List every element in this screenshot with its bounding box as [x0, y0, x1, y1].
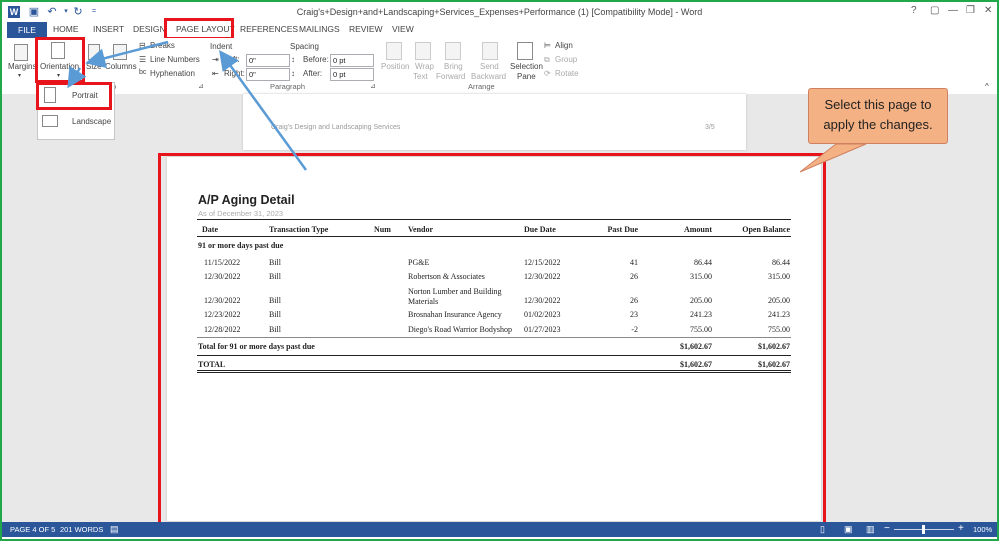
zoom-level[interactable]: 100%	[973, 525, 992, 534]
zoom-in-button[interactable]: +	[958, 523, 964, 534]
arrow-to-page-layout	[219, 49, 308, 171]
print-layout-icon[interactable]: ▣	[844, 524, 853, 535]
callout-pointer	[799, 143, 867, 173]
arrow-to-portrait	[67, 65, 87, 89]
web-layout-icon[interactable]: ▥	[866, 524, 875, 535]
zoom-out-button[interactable]: −	[884, 523, 890, 534]
proofing-icon[interactable]: ▤	[110, 524, 119, 535]
page-count[interactable]: PAGE 4 OF 5	[10, 525, 55, 534]
arrow-to-orientation	[85, 40, 169, 68]
word-count[interactable]: 201 WORDS	[60, 525, 103, 534]
zoom-slider-thumb[interactable]	[922, 525, 925, 534]
annotation-arrows	[67, 40, 867, 173]
status-bar: PAGE 4 OF 5 201 WORDS ▤ ▯ ▣ ▥ − + 100%	[2, 522, 997, 537]
read-mode-icon[interactable]: ▯	[820, 524, 825, 535]
instruction-callout: Select this page to apply the changes.	[808, 88, 948, 144]
